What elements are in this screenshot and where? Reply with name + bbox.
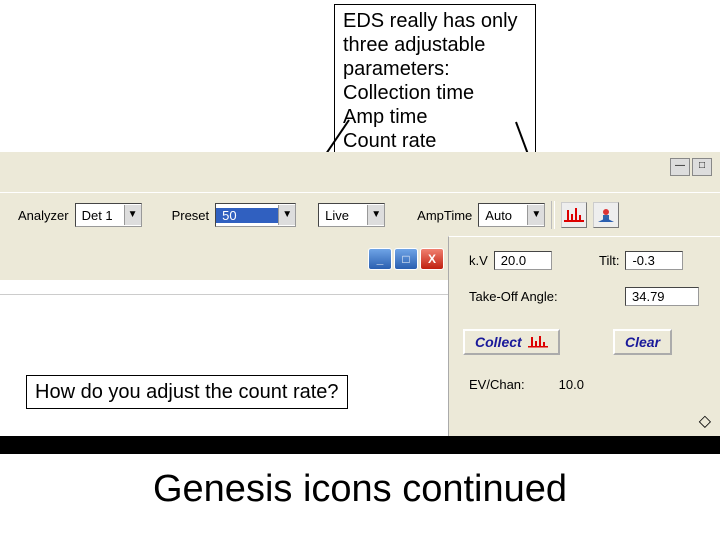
preset-dropdown[interactable]: 50 ▼ — [215, 203, 296, 227]
chevron-down-icon: ▼ — [278, 205, 295, 225]
takeoff-label: Take-Off Angle: — [469, 289, 558, 304]
kv-field[interactable]: 20.0 — [494, 251, 552, 270]
minimize-button[interactable]: _ — [368, 248, 392, 270]
tilt-label: Tilt: — [599, 253, 619, 268]
slide-stage: EDS really has only three adjustable par… — [0, 0, 720, 540]
close-button[interactable]: X — [420, 248, 444, 270]
resize-grip-icon[interactable]: ◇ — [699, 411, 711, 431]
kv-label: k.V — [469, 253, 488, 268]
evchan-value: 10.0 — [559, 377, 584, 392]
acquisition-panel: k.V 20.0 Tilt: -0.3 Take-Off Angle: 34.7… — [448, 236, 720, 437]
preset-label: Preset — [172, 208, 210, 223]
evchan-label: EV/Chan: — [469, 377, 525, 392]
mode-dropdown[interactable]: Live ▼ — [318, 203, 385, 227]
analyzer-dropdown[interactable]: Det 1 ▼ — [75, 203, 142, 227]
analyzer-value: Det 1 — [76, 208, 124, 223]
mode-value: Live — [319, 208, 367, 223]
callout-question: How do you adjust the count rate? — [26, 375, 348, 409]
slide-title: Genesis icons continued — [0, 468, 720, 511]
analyzer-label: Analyzer — [18, 208, 69, 223]
callout-question-text: How do you adjust the count rate? — [35, 381, 339, 403]
outer-minimize-button[interactable]: — — [670, 158, 690, 176]
clear-button[interactable]: Clear — [613, 329, 672, 355]
chevron-down-icon: ▼ — [527, 205, 544, 225]
amptime-label: AmpTime — [417, 208, 472, 223]
amptime-value: Auto — [479, 208, 527, 223]
amptime-dropdown[interactable]: Auto ▼ — [478, 203, 545, 227]
toolbar-separator — [551, 201, 555, 229]
full-spectrum-icon[interactable] — [561, 202, 587, 228]
spectrum-icon — [528, 335, 548, 349]
person-zoom-icon[interactable] — [593, 202, 619, 228]
clear-button-label: Clear — [625, 334, 660, 350]
tilt-field[interactable]: -0.3 — [625, 251, 683, 270]
takeoff-field[interactable]: 34.79 — [625, 287, 699, 306]
maximize-button[interactable]: □ — [394, 248, 418, 270]
outer-restore-button[interactable]: □ — [692, 158, 712, 176]
chevron-down-icon: ▼ — [367, 205, 384, 225]
collect-button-label: Collect — [475, 334, 522, 350]
preset-value: 50 — [216, 208, 278, 223]
bottom-black-strip — [0, 436, 720, 454]
outer-window-buttons: — □ — [670, 158, 712, 176]
acquisition-toolbar: Analyzer Det 1 ▼ Preset 50 ▼ Live ▼ AmpT… — [0, 192, 720, 238]
child-window-divider — [0, 294, 448, 298]
outer-window-chrome — [0, 152, 720, 193]
chevron-down-icon: ▼ — [124, 205, 141, 225]
child-window-buttons: _ □ X — [368, 248, 444, 270]
collect-button[interactable]: Collect — [463, 329, 560, 355]
